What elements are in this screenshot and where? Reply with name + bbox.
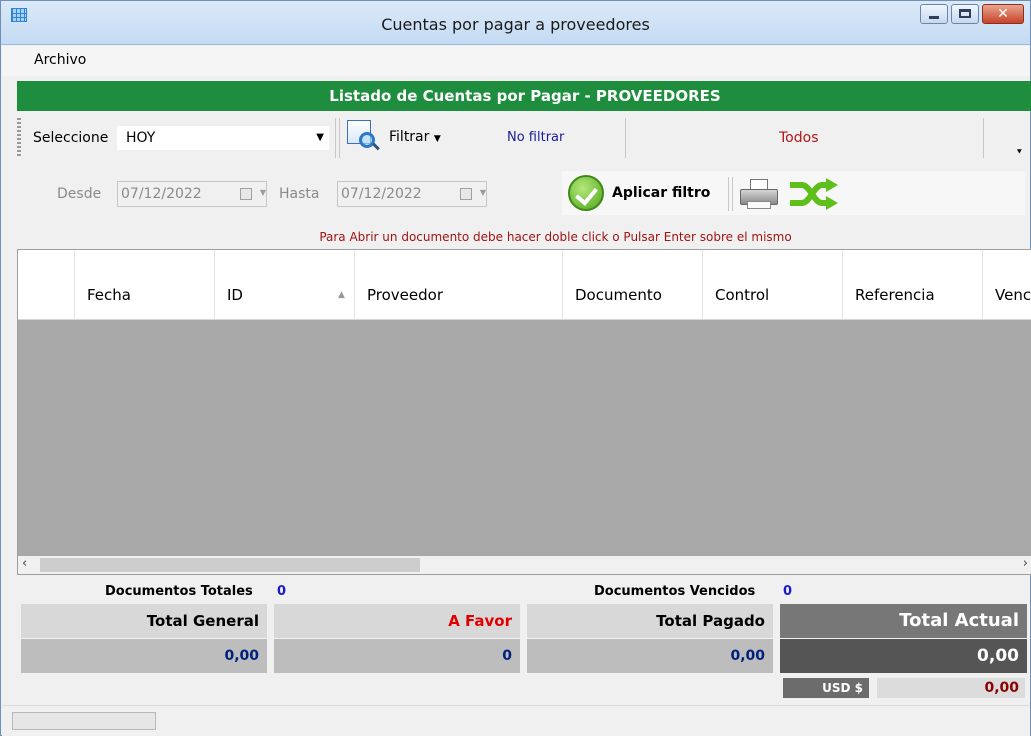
todos-label[interactable]: Todos xyxy=(779,130,818,146)
total-general-label: Total General xyxy=(21,604,267,638)
documentos-totales-value: 0 xyxy=(277,584,287,599)
divider xyxy=(728,177,729,211)
open-document-hint: Para Abrir un documento debe hacer doble… xyxy=(319,230,792,244)
minimize-button[interactable] xyxy=(920,4,948,24)
menu-bar: Archivo xyxy=(2,46,1030,76)
toolbar-overflow-icon[interactable]: ⯆ xyxy=(1016,148,1023,158)
a-favor-value: 0 xyxy=(274,639,520,673)
horizontal-scrollbar[interactable]: ‹ › xyxy=(18,556,1031,574)
minimize-icon xyxy=(929,16,939,19)
period-value: HOY xyxy=(126,130,156,146)
hasta-value: 07/12/2022 xyxy=(341,186,422,202)
filter-toolbar: Seleccione HOY ▼ Filtrar ▼ No filtrar To… xyxy=(17,114,1031,164)
divider xyxy=(335,118,336,158)
hasta-date-picker[interactable]: 07/12/2022 ▼ xyxy=(337,181,487,207)
documents-table[interactable]: Fecha ID ▲ Proveedor Documento Control R… xyxy=(17,249,1031,575)
documentos-vencidos-label: Documentos Vencidos xyxy=(594,584,756,599)
aplicar-filtro-button[interactable]: Aplicar filtro xyxy=(562,171,727,215)
progress-bar xyxy=(12,712,156,730)
filter-search-icon[interactable] xyxy=(347,120,380,152)
documentos-totales-label: Documentos Totales xyxy=(105,584,253,599)
title-bar: Cuentas por pagar a proveedores ✕ xyxy=(1,1,1030,45)
list-banner: Listado de Cuentas por Pagar - PROVEEDOR… xyxy=(17,81,1031,111)
toolbar-grip[interactable] xyxy=(17,118,21,158)
hasta-label: Hasta xyxy=(279,186,320,202)
total-general-value: 0,00 xyxy=(21,639,267,673)
calendar-icon xyxy=(460,188,472,200)
action-panel: Aplicar filtro xyxy=(562,171,1025,215)
status-bar xyxy=(2,705,1030,736)
table-header: Fecha ID ▲ Proveedor Documento Control R… xyxy=(18,250,1031,320)
aplicar-filtro-label: Aplicar filtro xyxy=(612,185,711,201)
row-selector-header xyxy=(18,250,74,320)
maximize-button[interactable] xyxy=(951,4,979,24)
usd-value: 0,00 xyxy=(877,678,1025,698)
total-actual-value: 0,00 xyxy=(780,639,1027,673)
chevron-down-icon: ▼ xyxy=(316,132,324,143)
date-toolbar: Desde 07/12/2022 ▼ Hasta 07/12/2022 ▼ Ap… xyxy=(17,167,1031,219)
column-header-vencimiento[interactable]: Venc xyxy=(982,250,1031,320)
no-filtrar-button[interactable]: No filtrar xyxy=(507,130,564,145)
column-header-control[interactable]: Control xyxy=(702,250,842,320)
divider xyxy=(983,118,984,158)
main-window: Cuentas por pagar a proveedores ✕ Archiv… xyxy=(0,0,1031,736)
close-button[interactable]: ✕ xyxy=(982,4,1024,24)
chevron-down-icon: ▼ xyxy=(479,188,486,197)
check-icon xyxy=(568,175,604,211)
total-pagado-value: 0,00 xyxy=(527,639,773,673)
seleccione-label: Seleccione xyxy=(33,130,109,146)
scroll-left-icon[interactable]: ‹ xyxy=(22,556,27,571)
column-header-id[interactable]: ID ▲ xyxy=(214,250,354,320)
filtrar-label: Filtrar xyxy=(389,129,430,145)
column-header-referencia[interactable]: Referencia xyxy=(842,250,982,320)
maximize-icon xyxy=(959,9,971,18)
column-header-fecha[interactable]: Fecha xyxy=(74,250,214,320)
printer-icon[interactable] xyxy=(740,179,778,209)
menu-archivo[interactable]: Archivo xyxy=(34,52,86,68)
divider xyxy=(732,177,733,211)
divider xyxy=(339,118,340,158)
documentos-vencidos-value: 0 xyxy=(783,584,793,599)
shuffle-icon[interactable] xyxy=(788,177,840,211)
close-icon: ✕ xyxy=(997,6,1009,22)
scrollbar-thumb[interactable] xyxy=(40,558,420,572)
dropdown-arrow-icon: ▼ xyxy=(433,134,441,144)
total-pagado-label: Total Pagado xyxy=(527,604,773,638)
filtrar-button[interactable]: Filtrar ▼ xyxy=(389,129,441,145)
a-favor-label: A Favor xyxy=(274,604,520,638)
desde-value: 07/12/2022 xyxy=(121,186,202,202)
calendar-icon xyxy=(240,188,252,200)
scroll-right-icon[interactable]: › xyxy=(1023,556,1028,571)
desde-date-picker[interactable]: 07/12/2022 ▼ xyxy=(117,181,267,207)
desde-label: Desde xyxy=(57,186,102,202)
sort-ascending-icon: ▲ xyxy=(338,290,345,300)
divider xyxy=(625,118,626,158)
window-title: Cuentas por pagar a proveedores xyxy=(381,15,650,34)
column-header-proveedor[interactable]: Proveedor xyxy=(354,250,562,320)
chevron-down-icon: ▼ xyxy=(259,188,266,197)
total-actual-label: Total Actual xyxy=(780,604,1027,638)
column-header-documento[interactable]: Documento xyxy=(562,250,702,320)
usd-label: USD $ xyxy=(783,678,869,698)
period-select[interactable]: HOY ▼ xyxy=(117,126,329,150)
